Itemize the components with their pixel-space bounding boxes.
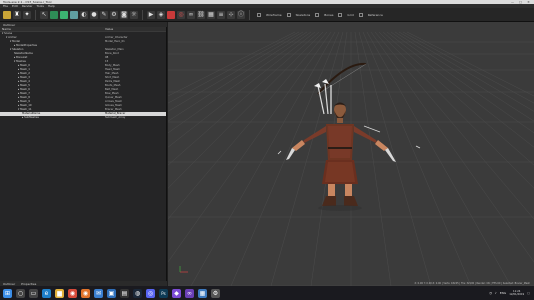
neck — [337, 118, 343, 123]
steam-icon[interactable]: ◍ — [133, 288, 142, 298]
footer-tab-outliner[interactable]: Outliner — [3, 282, 15, 286]
volume-icon[interactable]: ♪ — [495, 291, 497, 295]
outliner-tab[interactable]: Outliner — [3, 23, 15, 27]
tree-row[interactable]: ▸ SubMeshes Submesh_Array — [0, 116, 166, 120]
info-icon[interactable]: ⓘ — [237, 10, 245, 19]
bone-icon[interactable]: ✦ — [23, 10, 31, 19]
settings-icon[interactable]: ⚙ — [211, 288, 220, 298]
left-leg — [328, 184, 335, 198]
light-icon[interactable]: ☼ — [130, 10, 138, 19]
windows-icon[interactable]: ⊞ — [3, 288, 12, 298]
toolbar-separator — [35, 9, 36, 20]
viewport-canvas[interactable] — [168, 22, 534, 286]
vs-icon[interactable]: ∞ — [185, 288, 194, 298]
bones-checkbox[interactable] — [315, 12, 320, 17]
link-icon[interactable]: ∞ — [187, 10, 195, 19]
sphere-icon[interactable]: ● — [90, 10, 98, 19]
clock-date: 12/01/2019 — [509, 293, 525, 296]
explorer-icon[interactable]: ▆ — [55, 288, 64, 298]
os-taskbar: ⊞ ○ ▭ e ▆ ◉ ◉ ✉ ▣ ▤ ◍ ◎ Ps ◆ ∞ ▦ ⚙ ◔ ♪ ENG 11:24 12/01/2… — [0, 286, 534, 300]
chain-icon[interactable]: ⛓ — [197, 10, 205, 19]
firefox-icon[interactable]: ◉ — [81, 288, 90, 298]
right-leg — [345, 184, 352, 198]
column-header-name[interactable]: Name — [0, 27, 105, 31]
wand-icon[interactable]: ✎ — [100, 10, 108, 19]
camera-icon[interactable]: ◙ — [120, 10, 128, 19]
tool-icon[interactable]: ◆ — [172, 288, 181, 298]
axis-icon[interactable]: ⊹ — [227, 10, 235, 19]
wireframe-label: Wireframe — [266, 12, 282, 17]
scene-tree: ▾ Scene ▾ Archer Archer_Character ▾ Model Mo… — [0, 32, 166, 120]
edge-icon[interactable]: e — [42, 288, 51, 298]
3d-viewport[interactable] — [168, 22, 534, 286]
outliner-panel: Name Value ▾ Scene ▾ Archer Archer_Charact… — [0, 27, 167, 286]
column-header-value[interactable]: Value — [105, 27, 113, 31]
toolbar-separator — [142, 9, 143, 20]
layers-icon[interactable]: ≡ — [217, 10, 225, 19]
store-icon[interactable]: ▣ — [107, 288, 116, 298]
cube-icon[interactable] — [50, 10, 58, 19]
taskbar-apps: ⊞ ○ ▭ e ▆ ◉ ◉ ✉ ▣ ▤ ◍ ◎ Ps ◆ ∞ ▦ ⚙ — [3, 288, 220, 298]
photoshop-icon[interactable]: Ps — [159, 288, 168, 298]
wireframe-checkbox[interactable] — [257, 12, 261, 17]
language-indicator[interactable]: ENG — [500, 291, 506, 295]
cursor-icon[interactable]: ↖ — [40, 10, 48, 19]
notepad-icon[interactable]: ▦ — [198, 288, 207, 298]
terminal-icon[interactable]: ▤ — [120, 288, 129, 298]
character-icon[interactable]: ♜ — [13, 10, 21, 19]
gear-icon[interactable]: ⚙ — [110, 10, 118, 19]
texture-icon[interactable] — [70, 10, 78, 19]
task-view-icon[interactable]: ▭ — [29, 288, 38, 298]
play-icon[interactable]: ▶ — [147, 10, 155, 19]
open-folder-icon[interactable] — [3, 10, 11, 19]
record-icon[interactable] — [167, 10, 175, 19]
discord-icon[interactable]: ◎ — [146, 288, 155, 298]
system-tray: ◔ ♪ ENG 11:24 12/01/2019 ▢ — [489, 290, 534, 296]
grid-checkbox[interactable] — [338, 12, 343, 17]
chrome-icon[interactable]: ◉ — [68, 288, 77, 298]
notifications-icon[interactable]: ▢ — [527, 291, 530, 295]
grid-icon[interactable]: ▦ — [207, 10, 215, 19]
reference-checkbox[interactable] — [358, 12, 363, 17]
clock[interactable]: 11:24 12/01/2019 — [509, 290, 524, 296]
mail-icon[interactable]: ✉ — [94, 288, 103, 298]
toolbar: ♜ ✦ ↖ ◐ ● ✎ ⚙ ◙ ☼ ▶ ◈ ◎ ∞ ⛓ ▦ ≡ ⊹ ⓘ Wire… — [0, 8, 534, 22]
tag-icon[interactable]: ◈ — [157, 10, 165, 19]
skeletons-checkbox[interactable] — [286, 12, 291, 17]
network-icon[interactable]: ◔ — [489, 291, 492, 295]
footer-tab-properties[interactable]: Properties — [21, 282, 36, 286]
reference-label: Reference — [367, 12, 383, 17]
target-icon[interactable]: ◎ — [177, 10, 185, 19]
mesh-icon[interactable] — [60, 10, 68, 19]
search-icon[interactable]: ○ — [16, 288, 25, 298]
palette-icon[interactable]: ◐ — [80, 10, 88, 19]
bones-label: Bones — [324, 12, 334, 17]
tree-row-name: ▸ SubMeshes — [22, 116, 39, 119]
grid-label: Grid — [347, 12, 354, 17]
ground-shadow — [318, 205, 362, 211]
toolbar-separator — [249, 9, 250, 20]
tree-row-value: Submesh_Array — [105, 116, 126, 119]
skeletons-label: Skeletons — [295, 12, 311, 17]
